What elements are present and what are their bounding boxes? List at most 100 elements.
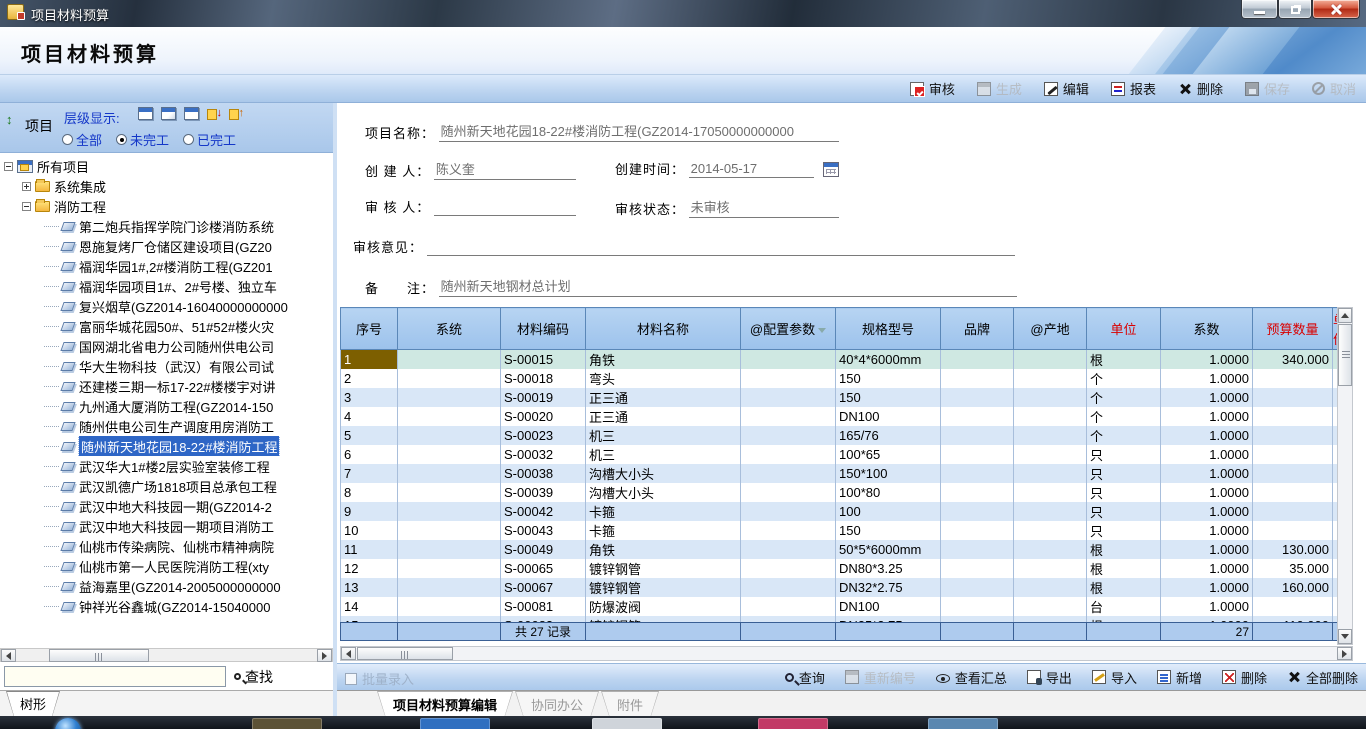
filter-finished[interactable]: 已完工 <box>183 130 236 149</box>
tree-project-11[interactable]: 随州新天地花园18-22#楼消防工程 <box>0 436 333 456</box>
table-row[interactable]: 2S-00018弯头150个1.0000 <box>341 369 1338 388</box>
level-all-icon[interactable] <box>184 107 199 120</box>
tree-horizontal-scrollbar[interactable] <box>0 648 333 662</box>
tab-collaboration[interactable]: 协同办公 <box>515 691 599 719</box>
scroll-thumb[interactable] <box>49 649 149 662</box>
tree-project-16[interactable]: 仙桃市传染病院、仙桃市精神病院 <box>0 536 333 556</box>
filter-unfinished[interactable]: 未完工 <box>116 130 169 149</box>
table-vertical-scrollbar[interactable] <box>1337 307 1353 645</box>
tree-project-3[interactable]: 福润华园项目1#、2#号楼、独立车 <box>0 276 333 296</box>
taskbar-item[interactable] <box>758 718 828 729</box>
table-row[interactable]: 3S-00019正三通150个1.0000 <box>341 388 1338 407</box>
table-row[interactable]: 8S-00039沟槽大小头100*80只1.0000 <box>341 483 1338 502</box>
scroll-right-button[interactable] <box>1337 647 1352 660</box>
table-row[interactable]: 1S-00015角铁40*4*6000mm根1.0000340.000 <box>341 350 1338 370</box>
tree-project-0[interactable]: 第二炮兵指挥学院门诊楼消防系统 <box>0 216 333 236</box>
project-name-field[interactable]: 随州新天地花园18-22#楼消防工程(GZ2014-17050000000000 <box>439 121 839 142</box>
column-header-9[interactable]: 系数 <box>1161 308 1253 350</box>
table-query-button[interactable]: 查询 <box>785 668 825 687</box>
column-header-3[interactable]: 材料名称 <box>586 308 741 350</box>
scroll-down-button[interactable] <box>1338 629 1352 644</box>
tree-folder-0[interactable]: 系统集成 <box>0 176 333 196</box>
tab-budget-edit[interactable]: 项目材料预算编辑 <box>377 691 513 719</box>
tree-project-9[interactable]: 九州通大厦消防工程(GZ2014-150 <box>0 396 333 416</box>
column-header-4[interactable]: @配置参数 <box>741 308 836 350</box>
tree-project-7[interactable]: 华大生物科技（武汉）有限公司试 <box>0 356 333 376</box>
table-add-button[interactable]: 新增 <box>1157 668 1202 687</box>
collapse-icon[interactable] <box>22 202 31 211</box>
column-header-10[interactable]: 预算数量 <box>1253 308 1333 350</box>
tree-project-14[interactable]: 武汉中地大科技园一期(GZ2014-2 <box>0 496 333 516</box>
tree-project-12[interactable]: 武汉华大1#楼2层实验室装修工程 <box>0 456 333 476</box>
scroll-left-button[interactable] <box>1 649 16 662</box>
taskbar-item[interactable] <box>420 718 490 729</box>
table-row[interactable]: 6S-00032机三100*65只1.0000 <box>341 445 1338 464</box>
column-header-0[interactable]: 序号 <box>341 308 398 350</box>
creator-field[interactable]: 陈义奎 <box>434 159 576 180</box>
tree-folder-1[interactable]: 消防工程 <box>0 196 333 216</box>
tree-project-4[interactable]: 复兴烟草(GZ2014-16040000000000 <box>0 296 333 316</box>
search-input[interactable] <box>4 666 226 687</box>
column-header-1[interactable]: 系统 <box>398 308 501 350</box>
level-one-icon[interactable] <box>138 107 153 120</box>
table-row[interactable]: 5S-00023机三165/76个1.0000 <box>341 426 1338 445</box>
column-header-5[interactable]: 规格型号 <box>836 308 941 350</box>
scroll-thumb[interactable] <box>1338 324 1352 386</box>
sort-ascending-icon[interactable]: ↑ <box>229 107 243 120</box>
expand-icon[interactable] <box>22 182 31 191</box>
minimize-button[interactable] <box>1241 0 1278 19</box>
taskbar-item[interactable] <box>252 718 322 729</box>
start-button[interactable] <box>55 718 81 729</box>
tree-project-17[interactable]: 仙桃市第一人民医院消防工程(xty <box>0 556 333 576</box>
table-row[interactable]: 10S-00043卡箍150只1.0000 <box>341 521 1338 540</box>
filter-all[interactable]: 全部 <box>62 130 102 149</box>
table-import-button[interactable]: 导入 <box>1092 668 1137 687</box>
close-button[interactable] <box>1312 0 1360 19</box>
tree-project-2[interactable]: 福润华园1#,2#楼消防工程(GZ201 <box>0 256 333 276</box>
scroll-thumb[interactable] <box>357 647 453 660</box>
create-time-field[interactable]: 2014-05-17 <box>689 161 814 178</box>
table-row[interactable]: 12S-00065镀锌钢管DN80*3.25根1.000035.000 <box>341 559 1338 578</box>
level-two-icon[interactable] <box>161 107 176 120</box>
scroll-up-button[interactable] <box>1338 308 1352 323</box>
table-row[interactable]: 14S-00081防爆波阀DN100台1.0000 <box>341 597 1338 616</box>
tree-project-18[interactable]: 益海嘉里(GZ2014-2005000000000 <box>0 576 333 596</box>
table-delete-all-button[interactable]: 全部删除 <box>1287 668 1358 687</box>
restore-button[interactable] <box>1278 0 1312 19</box>
tree-project-5[interactable]: 富丽华城花园50#、51#52#楼火灾 <box>0 316 333 336</box>
calendar-icon[interactable] <box>823 162 839 177</box>
table-row[interactable]: 9S-00042卡箍100只1.0000 <box>341 502 1338 521</box>
tree-project-1[interactable]: 恩施复烤厂仓储区建设项目(GZ20 <box>0 236 333 256</box>
find-button[interactable]: 查找 <box>234 667 273 687</box>
audit-button[interactable]: 审核 <box>910 79 955 98</box>
tree-root-all-projects[interactable]: 所有项目 <box>0 156 333 176</box>
column-header-6[interactable]: 品牌 <box>941 308 1014 350</box>
column-header-7[interactable]: @产地 <box>1014 308 1087 350</box>
table-horizontal-scrollbar[interactable] <box>340 646 1353 661</box>
refresh-icon[interactable]: ↕ <box>6 112 13 127</box>
tree-project-15[interactable]: 武汉中地大科技园一期项目消防工 <box>0 516 333 536</box>
remark-field[interactable]: 随州新天地钢材总计划 <box>439 276 1017 297</box>
tree-project-8[interactable]: 还建楼三期一标17-22#楼楼宇对讲 <box>0 376 333 396</box>
edit-button[interactable]: 编辑 <box>1044 79 1089 98</box>
tab-attachments[interactable]: 附件 <box>601 691 659 719</box>
audit-opinion-field[interactable] <box>427 254 1015 256</box>
auditor-field[interactable] <box>434 214 576 216</box>
tab-tree-view[interactable]: 树形 <box>6 691 60 717</box>
report-button[interactable]: 报表 <box>1111 79 1156 98</box>
table-summary-button[interactable]: 查看汇总 <box>936 668 1007 687</box>
taskbar-item[interactable] <box>928 718 998 729</box>
batch-entry-checkbox[interactable]: 批量录入 <box>345 669 414 688</box>
table-export-button[interactable]: 导出 <box>1027 668 1072 687</box>
table-row[interactable]: 13S-00067镀锌钢管DN32*2.75根1.0000160.000 <box>341 578 1338 597</box>
windows-taskbar[interactable] <box>0 716 1366 729</box>
scroll-right-button[interactable] <box>317 649 332 662</box>
table-row[interactable]: 4S-00020正三通DN100个1.0000 <box>341 407 1338 426</box>
tree-project-6[interactable]: 国网湖北省电力公司随州供电公司 <box>0 336 333 356</box>
tree-project-19[interactable]: 钟祥光谷鑫城(GZ2014-15040000 <box>0 596 333 616</box>
table-delete-row-button[interactable]: 删除 <box>1222 668 1267 687</box>
table-row[interactable]: 11S-00049角铁50*5*6000mm根1.0000130.000 <box>341 540 1338 559</box>
column-header-8[interactable]: 单位 <box>1087 308 1161 350</box>
collapse-icon[interactable] <box>4 162 13 171</box>
column-header-2[interactable]: 材料编码 <box>501 308 586 350</box>
